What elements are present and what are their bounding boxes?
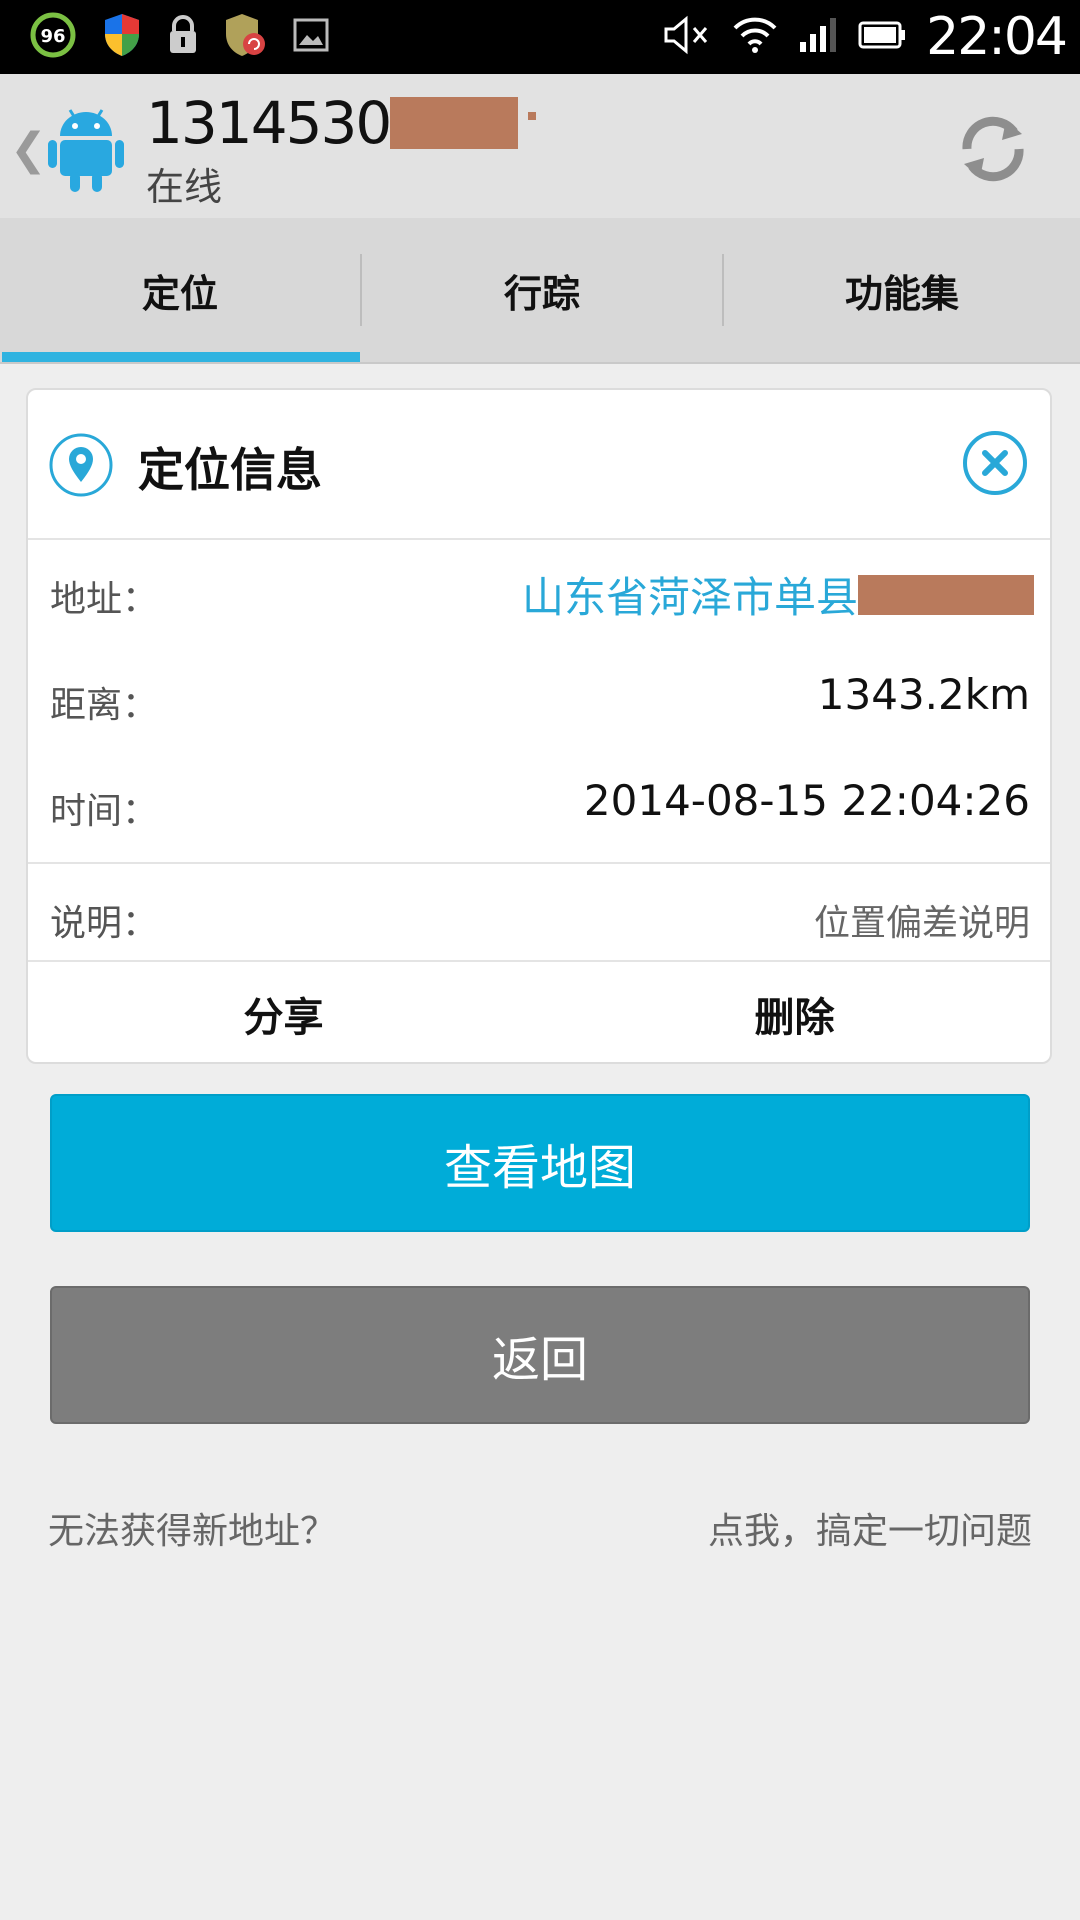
tab-locate[interactable]: 定位: [0, 218, 360, 362]
address-value[interactable]: 山东省菏泽市单县: [522, 564, 1034, 625]
clock: 22:04: [926, 7, 1068, 67]
redaction-block: [390, 97, 519, 149]
device-status: 在线: [146, 165, 223, 209]
wifi-icon: [732, 15, 778, 59]
distance-value: 1343.2km: [817, 670, 1030, 719]
back-button[interactable]: 返回: [50, 1286, 1030, 1424]
location-info-card: 定位信息 地址： 山东省菏泽市单县 距离： 1343.2km 时间： 2014-…: [26, 388, 1052, 1064]
card-title: 定位信息: [138, 443, 322, 497]
time-value: 2014-08-15 22:04:26: [583, 776, 1030, 825]
redaction-block: [858, 574, 1034, 615]
device-header: ❮ 1314530 在线: [0, 74, 1080, 218]
help-link[interactable]: 点我，搞定一切问题: [708, 1502, 1032, 1554]
close-icon[interactable]: [962, 430, 1028, 500]
time-label: 时间：: [50, 791, 159, 832]
address-text: 山东省菏泽市单县: [521, 573, 858, 622]
android-icon: [46, 102, 126, 198]
card-header: 定位信息: [28, 390, 1050, 540]
tab-features[interactable]: 功能集: [722, 218, 1080, 362]
battery-saver-icon: 96: [28, 10, 78, 64]
lock-icon: [166, 15, 200, 59]
phone-number: 1314530: [146, 89, 392, 157]
mute-icon: [662, 15, 712, 59]
distance-label: 距离：: [50, 685, 159, 726]
no-address-question: 无法获得新地址？: [48, 1511, 337, 1552]
location-pin-icon: [48, 432, 114, 502]
tab-track[interactable]: 行踪: [362, 218, 722, 362]
redaction-dot: [528, 112, 536, 120]
card-actions: 分享 删除: [28, 960, 1050, 1066]
signal-icon: [798, 16, 838, 58]
view-map-button[interactable]: 查看地图: [50, 1094, 1030, 1232]
shield-icon: [102, 12, 142, 62]
tab-bar: 定位 行踪 功能集: [0, 218, 1080, 364]
address-row: 地址： 山东省菏泽市单县: [28, 540, 1050, 646]
phone-number-line: 1314530: [146, 88, 519, 158]
distance-row: 距离： 1343.2km: [28, 646, 1050, 752]
battery-icon: [858, 20, 906, 54]
address-label: 地址：: [50, 579, 159, 620]
deviation-note-link[interactable]: 位置偏差说明: [814, 894, 1030, 946]
back-chevron-icon[interactable]: ❮: [10, 124, 47, 175]
share-button[interactable]: 分享: [28, 962, 539, 1066]
active-tab-indicator: [2, 352, 360, 362]
image-icon: [292, 17, 330, 57]
refresh-icon[interactable]: [954, 110, 1032, 192]
security-sync-icon: [224, 12, 268, 62]
svg-text:96: 96: [40, 26, 65, 47]
note-row: 说明： 位置偏差说明: [28, 862, 1050, 960]
note-label: 说明：: [50, 903, 159, 944]
time-row: 时间： 2014-08-15 22:04:26: [28, 752, 1050, 858]
delete-button[interactable]: 删除: [539, 962, 1050, 1066]
status-bar: 96 22:04: [0, 0, 1080, 74]
